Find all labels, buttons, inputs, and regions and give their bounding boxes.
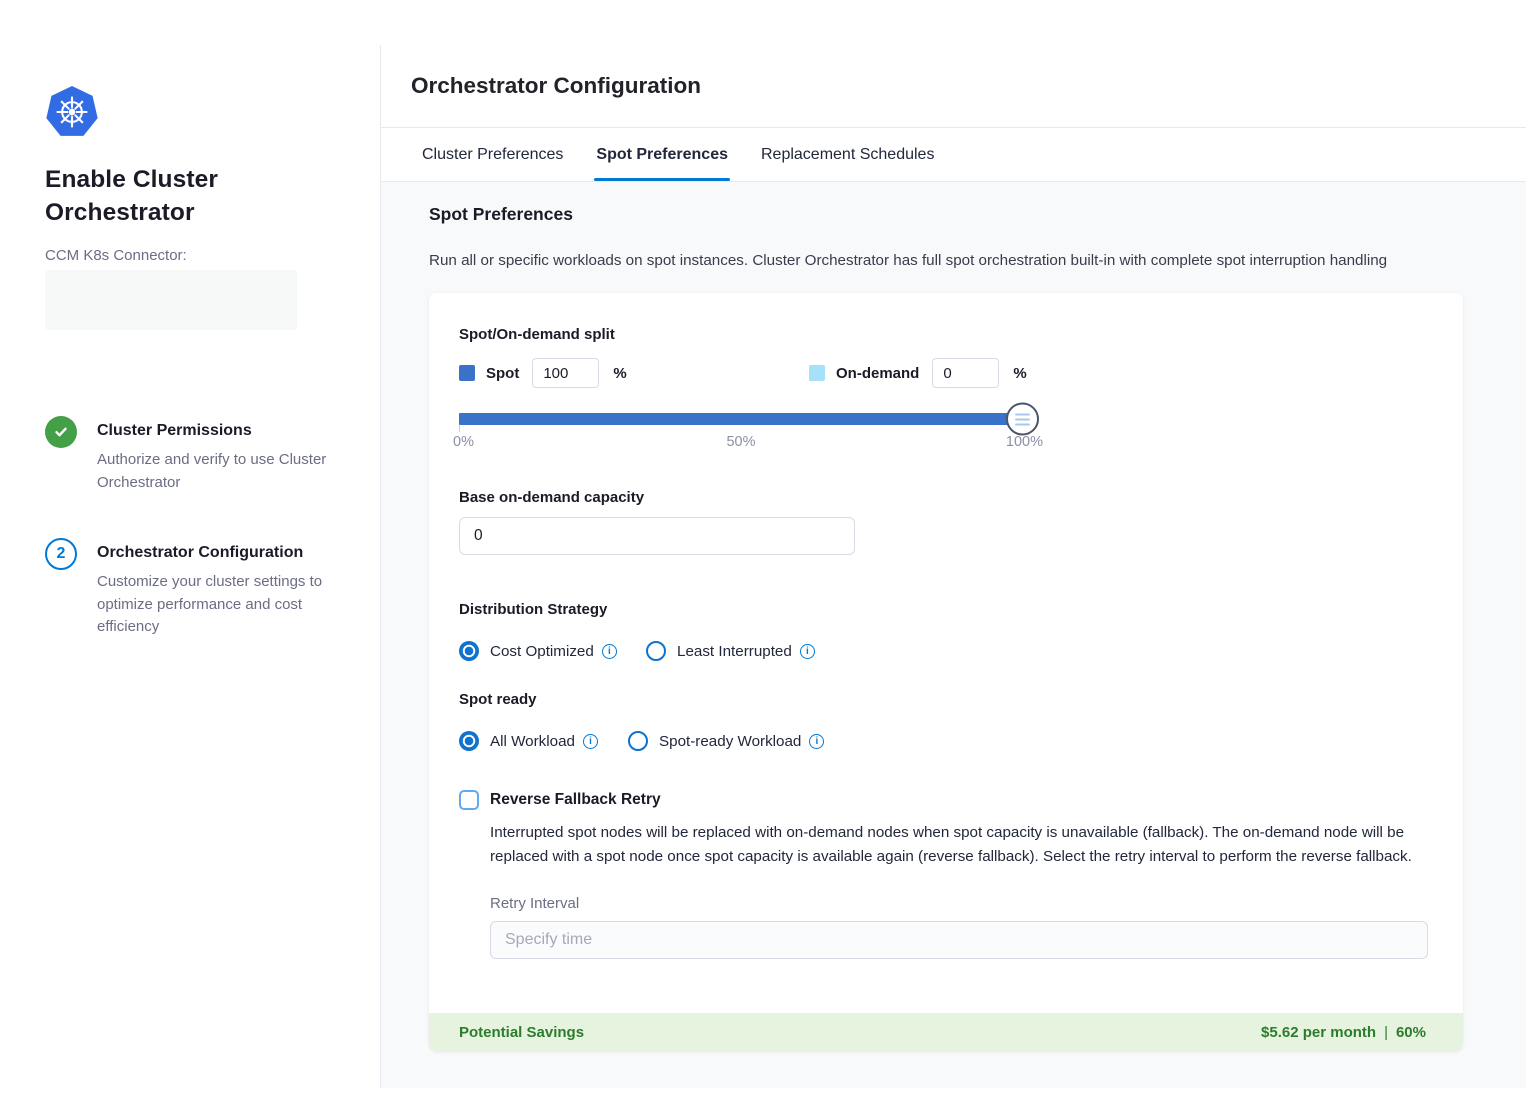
step-orchestrator-configuration[interactable]: 2 Orchestrator Configuration Customize y… [45,538,335,639]
savings-amount: $5.62 per month [1261,1024,1376,1041]
radio-selected[interactable] [459,641,479,661]
main-panel: Orchestrator Configuration Cluster Prefe… [380,45,1526,1088]
split-label: Spot/On-demand split [459,326,1433,343]
check-icon [53,424,69,440]
section-description: Run all or specific workloads on spot in… [429,252,1462,269]
step-title: Orchestrator Configuration [97,538,329,562]
step-number-badge: 2 [45,538,77,570]
tab-content: Spot Preferences Run all or specific wor… [381,182,1526,1088]
slider-handle[interactable] [1006,403,1039,436]
step-description: Authorize and verify to use Cluster Orch… [97,449,329,494]
reverse-fallback-checkbox[interactable] [459,790,479,810]
step-cluster-permissions[interactable]: Cluster Permissions Authorize and verify… [45,416,335,494]
option-label: Cost Optimized [490,643,594,660]
kubernetes-icon [45,85,99,139]
retry-interval-input[interactable] [490,921,1428,959]
slider-handle-grip-icon [1015,418,1030,420]
potential-savings-value: $5.62 per month | 60% [1261,1024,1426,1041]
potential-savings-label: Potential Savings [459,1024,584,1041]
spot-label: Spot [486,365,519,382]
savings-percent: 60% [1396,1024,1426,1041]
tabbar: Cluster Preferences Spot Preferences Rep… [381,128,1526,182]
step-description: Customize your cluster settings to optim… [97,571,329,639]
info-icon[interactable] [583,734,598,749]
info-icon[interactable] [800,644,815,659]
slider-handle-grip-icon [1015,423,1030,425]
radio-unselected[interactable] [628,731,648,751]
option-least-interrupted[interactable]: Least Interrupted [646,641,815,661]
option-label: All Workload [490,733,575,750]
wizard-title: Enable Cluster Orchestrator [45,163,335,229]
main-header: Orchestrator Configuration [381,45,1526,128]
retry-interval-label: Retry Interval [490,895,1433,912]
tab-replacement-schedules[interactable]: Replacement Schedules [761,128,934,181]
savings-separator: | [1384,1024,1388,1041]
ondemand-percent-input[interactable] [932,358,999,388]
slider-tick-100: 100% [1006,434,1043,450]
option-label: Least Interrupted [677,643,792,660]
option-spot-ready-workload[interactable]: Spot-ready Workload [628,731,824,751]
base-capacity-input[interactable] [459,517,855,555]
connector-label: CCM K8s Connector: [45,247,335,264]
slider-handle-grip-icon [1015,413,1030,415]
option-cost-optimized[interactable]: Cost Optimized [459,641,646,661]
section-title: Spot Preferences [429,204,1462,225]
spot-percent-sign: % [613,365,626,382]
spot-preferences-card: Spot/On-demand split Spot % On-demand [429,293,1463,1051]
slider-tick-50: 50% [726,434,755,450]
split-inputs-row: Spot % On-demand % [459,358,1433,388]
info-icon[interactable] [809,734,824,749]
cluster-orchestrator-setup-screen: Enable Cluster Orchestrator CCM K8s Conn… [0,0,1526,1094]
step-title: Cluster Permissions [97,416,329,440]
option-label: Spot-ready Workload [659,733,801,750]
wizard-steps: Cluster Permissions Authorize and verify… [45,416,335,639]
tab-cluster-preferences[interactable]: Cluster Preferences [422,128,563,181]
slider-tick-0: 0% [453,434,474,450]
spot-ready-label: Spot ready [459,691,1433,708]
step-complete-badge [45,416,77,448]
info-icon[interactable] [602,644,617,659]
ondemand-color-swatch [809,365,825,381]
split-slider: 0% 50% 100% [459,413,1023,452]
radio-selected[interactable] [459,731,479,751]
reverse-fallback-row: Reverse Fallback Retry [459,790,1433,810]
tab-spot-preferences[interactable]: Spot Preferences [596,128,728,181]
base-capacity-label: Base on-demand capacity [459,489,1433,506]
ondemand-label: On-demand [836,365,919,382]
reverse-fallback-label: Reverse Fallback Retry [490,791,661,809]
option-all-workload[interactable]: All Workload [459,731,628,751]
spot-color-swatch [459,365,475,381]
page-title: Orchestrator Configuration [411,73,1526,99]
potential-savings-bar: Potential Savings $5.62 per month | 60% [429,1013,1463,1051]
distribution-strategy-label: Distribution Strategy [459,601,1433,618]
slider-tick-labels: 0% 50% 100% [459,434,1023,452]
connector-value-redacted [45,270,297,330]
spot-ready-options: All Workload Spot-ready Workload [459,731,1433,751]
reverse-fallback-description: Interrupted spot nodes will be replaced … [490,821,1422,868]
slider-track[interactable] [459,413,1023,425]
spot-percent-input[interactable] [532,358,599,388]
slider-tick-mark [459,425,460,432]
ondemand-percent-sign: % [1013,365,1026,382]
sidebar: Enable Cluster Orchestrator CCM K8s Conn… [0,0,380,1094]
radio-unselected[interactable] [646,641,666,661]
distribution-strategy-options: Cost Optimized Least Interrupted [459,641,1433,661]
